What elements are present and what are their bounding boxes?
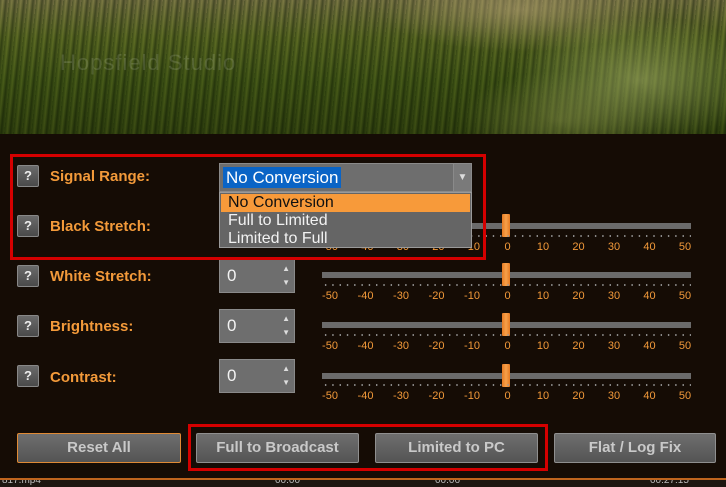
status-time-3: 00:27:15 bbox=[650, 478, 689, 486]
spin-up-icon[interactable]: ▲ bbox=[282, 365, 290, 373]
scale-tick-label: -10 bbox=[464, 290, 480, 302]
spin-down-icon[interactable]: ▼ bbox=[282, 329, 290, 337]
scale-tick-label: 40 bbox=[643, 241, 656, 253]
scale-tick-label: 30 bbox=[607, 390, 621, 402]
brightness-slider-thumb[interactable] bbox=[502, 313, 510, 336]
scale-tick-label: 20 bbox=[572, 340, 585, 352]
scale-tick-label: -20 bbox=[428, 390, 445, 402]
contrast-spinbox[interactable]: 0 ▲ ▼ bbox=[219, 359, 295, 393]
spin-down-icon[interactable]: ▼ bbox=[282, 379, 290, 387]
scale-tick-label: 20 bbox=[572, 241, 585, 253]
status-bar: 817.mp4 00:00 00:06 00:27:15 bbox=[0, 478, 726, 487]
status-time-2: 00:06 bbox=[435, 478, 461, 486]
scale-tick-label: 40 bbox=[643, 340, 656, 352]
white-stretch-value: 0 bbox=[227, 266, 237, 285]
signal-range-highlight-box bbox=[10, 154, 486, 260]
scale-tick-label: 30 bbox=[607, 241, 621, 253]
scale-tick-label: 40 bbox=[643, 290, 656, 302]
scale-tick-label: 30 bbox=[607, 340, 621, 352]
scale-tick-label: 50 bbox=[678, 340, 692, 352]
scale-tick-label: -50 bbox=[322, 290, 338, 302]
white-stretch-slider-thumb[interactable] bbox=[502, 263, 510, 286]
scale-tick-label: -20 bbox=[428, 340, 445, 352]
contrast-label: Contrast: bbox=[50, 369, 117, 386]
reset-all-button[interactable]: Reset All bbox=[17, 433, 181, 463]
scale-tick-label: 50 bbox=[678, 241, 692, 253]
scale-tick-label: 30 bbox=[607, 290, 621, 302]
scale-tick-label: 10 bbox=[536, 390, 550, 402]
white-stretch-label: White Stretch: bbox=[50, 268, 152, 285]
scale-tick-label: 10 bbox=[536, 290, 550, 302]
scale-tick-label: -10 bbox=[464, 340, 480, 352]
flat-log-fix-button[interactable]: Flat / Log Fix bbox=[554, 433, 716, 463]
scale-tick-label: -30 bbox=[393, 390, 409, 402]
brightness-label: Brightness: bbox=[50, 318, 134, 335]
scale-tick-label: 40 bbox=[643, 390, 656, 402]
status-time-1: 00:00 bbox=[275, 478, 301, 486]
scale-tick-label: 0 bbox=[504, 390, 511, 402]
scale-tick-label: 0 bbox=[504, 241, 511, 253]
scale-tick-label: -10 bbox=[464, 390, 480, 402]
contrast-value: 0 bbox=[227, 366, 237, 385]
status-filename: 817.mp4 bbox=[2, 478, 41, 486]
scale-tick-label: 50 bbox=[678, 290, 692, 302]
brightness-spinbox[interactable]: 0 ▲ ▼ bbox=[219, 309, 295, 343]
brightness-scale-dots bbox=[322, 334, 691, 336]
scale-tick-label: -30 bbox=[393, 290, 409, 302]
scale-tick-label: 20 bbox=[572, 290, 585, 302]
black-stretch-slider-thumb[interactable] bbox=[502, 214, 510, 237]
scale-tick-label: 10 bbox=[536, 340, 550, 352]
scale-tick-label: 0 bbox=[504, 290, 511, 302]
white-stretch-help-button[interactable]: ? bbox=[17, 265, 39, 287]
white-stretch-spinbox[interactable]: 0 ▲ ▼ bbox=[219, 259, 295, 293]
scale-tick-label: -40 bbox=[357, 290, 374, 302]
spin-up-icon[interactable]: ▲ bbox=[282, 265, 290, 273]
contrast-scale-dots bbox=[322, 384, 691, 386]
scale-tick-label: 50 bbox=[678, 390, 692, 402]
brightness-value: 0 bbox=[227, 316, 237, 335]
video-watermark: Hopsfield Studio bbox=[60, 50, 237, 75]
scale-tick-label: -20 bbox=[428, 290, 445, 302]
scale-tick-label: 20 bbox=[572, 390, 585, 402]
spin-up-icon[interactable]: ▲ bbox=[282, 315, 290, 323]
scale-tick-label: -30 bbox=[393, 340, 409, 352]
buttons-highlight-box bbox=[188, 424, 548, 471]
scale-tick-label: -50 bbox=[322, 340, 338, 352]
video-preview: Hopsfield Studio bbox=[0, 0, 726, 134]
spin-down-icon[interactable]: ▼ bbox=[282, 279, 290, 287]
scale-tick-label: 10 bbox=[536, 241, 550, 253]
scale-tick-label: 0 bbox=[504, 340, 511, 352]
brightness-help-button[interactable]: ? bbox=[17, 315, 39, 337]
white-stretch-scale-dots bbox=[322, 284, 691, 286]
scale-tick-label: -40 bbox=[357, 340, 374, 352]
contrast-help-button[interactable]: ? bbox=[17, 365, 39, 387]
scale-tick-label: -40 bbox=[357, 390, 374, 402]
scale-tick-label: -50 bbox=[322, 390, 338, 402]
